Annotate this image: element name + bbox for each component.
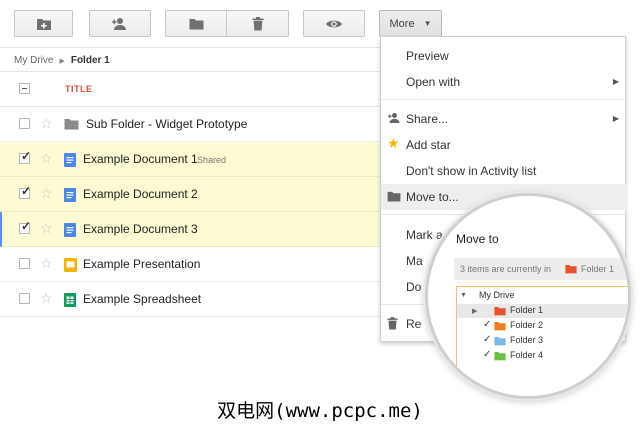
title-column-header[interactable]: TITLE	[65, 84, 93, 94]
menu-item-share[interactable]: Share... ▶	[381, 106, 627, 132]
chevron-right-icon: ▶	[612, 114, 619, 123]
chevron-right-icon: ▶	[612, 77, 619, 86]
current-location-info: 3 items are currently in Folder 1	[454, 258, 628, 280]
star-icon[interactable]: ☆	[40, 186, 53, 200]
star-icon[interactable]: ☆	[40, 116, 53, 130]
folder-icon	[387, 191, 401, 202]
star-icon[interactable]: ☆	[40, 221, 53, 235]
share-button[interactable]	[89, 10, 151, 37]
checkmark-icon: ✓	[483, 349, 492, 360]
menu-item-add-star[interactable]: ★ Add star	[381, 132, 627, 158]
document-icon	[64, 188, 76, 202]
delete-button[interactable]	[226, 10, 289, 37]
eye-icon	[326, 20, 342, 27]
star-icon[interactable]: ☆	[40, 151, 53, 165]
row-checkbox[interactable]: ✓	[19, 149, 32, 164]
menu-item-open-with[interactable]: Open with ▶	[381, 69, 627, 95]
row-checkbox[interactable]: ✓	[19, 184, 32, 199]
trash-icon	[387, 317, 398, 330]
more-label: More	[389, 17, 415, 30]
folder-icon	[494, 322, 506, 331]
breadcrumb-root[interactable]: My Drive	[14, 55, 53, 66]
folder-icon	[494, 307, 506, 316]
checkmark-icon: ✓	[483, 334, 492, 345]
expand-right-icon[interactable]: ▶	[472, 307, 477, 315]
folder-plus-icon	[36, 18, 51, 30]
star-filled-icon: ★	[387, 135, 400, 151]
breadcrumb: My Drive ▶ Folder 1	[14, 55, 110, 66]
document-icon	[64, 153, 76, 167]
row-checkbox[interactable]: ✓	[19, 219, 32, 234]
caret-down-icon: ▼	[423, 19, 432, 28]
checkmark-icon: ✓	[483, 319, 492, 330]
folder-icon	[565, 265, 577, 274]
tree-item-folder-1[interactable]: ▶ Folder 1	[457, 304, 628, 318]
list-item[interactable]: ✓ ☆ Example Document 2	[0, 177, 382, 212]
spreadsheet-icon	[64, 293, 76, 307]
current-folder-name: Folder 1	[581, 264, 615, 274]
menu-item-dont-show-activity[interactable]: Don't show in Activity list	[381, 158, 627, 184]
folder-icon	[494, 352, 506, 361]
row-checkbox[interactable]	[19, 258, 30, 269]
move-to-title: Move to	[456, 232, 499, 246]
file-name[interactable]: Sub Folder - Widget Prototype	[86, 117, 247, 131]
list-item[interactable]: ☆ Example Presentation	[0, 247, 382, 282]
select-all-checkbox[interactable]	[19, 83, 30, 94]
row-checkbox[interactable]	[19, 293, 30, 304]
person-add-icon	[387, 113, 400, 123]
list-item[interactable]: ✓ ☆ Example Document 3	[0, 212, 382, 247]
folder-tree: ▼ My Drive ▶ Folder 1 ✓ Folder 2 ✓ Folde…	[456, 286, 628, 396]
person-add-icon	[112, 17, 126, 30]
tree-root[interactable]: My Drive	[479, 290, 515, 300]
menu-divider	[381, 99, 627, 100]
checkmark-icon: ✓	[21, 184, 32, 198]
list-item[interactable]: ☆ Sub Folder - Widget Prototype	[0, 107, 382, 142]
current-location-text: 3 items are currently in	[460, 264, 552, 274]
drive-window: More ▼ My Drive ▶ Folder 1 TITLE ☆ Sub F…	[0, 0, 640, 429]
expand-down-icon[interactable]: ▼	[460, 292, 467, 299]
file-name[interactable]: Example Spreadsheet	[83, 292, 201, 306]
checkmark-icon: ✓	[21, 149, 32, 163]
file-name[interactable]: Example Document 1	[83, 152, 198, 166]
row-checkbox[interactable]	[19, 118, 30, 129]
shared-badge: Shared	[197, 155, 227, 165]
menu-item-preview[interactable]: Preview	[381, 43, 627, 69]
file-name[interactable]: Example Document 3	[83, 222, 198, 236]
list-item[interactable]: ✓ ☆ Example Document 1 Shared	[0, 142, 382, 177]
star-icon[interactable]: ☆	[40, 256, 53, 270]
more-button[interactable]: More ▼	[379, 10, 442, 37]
move-to-folder-button[interactable]	[165, 10, 227, 37]
breadcrumb-current: Folder 1	[70, 55, 110, 66]
chevron-right-icon: ▶	[59, 57, 65, 65]
trash-icon	[252, 16, 263, 30]
tree-item-folder-4[interactable]: ✓ Folder 4	[457, 349, 628, 363]
tree-item-folder-3[interactable]: ✓ Folder 3	[457, 334, 628, 348]
preview-button[interactable]	[303, 10, 365, 37]
new-folder-button[interactable]	[14, 10, 73, 37]
watermark: 双电网(www.pcpc.me)	[217, 400, 423, 422]
document-icon	[64, 223, 76, 237]
checkmark-icon: ✓	[21, 219, 32, 233]
folder-icon	[189, 18, 203, 29]
list-header: TITLE	[0, 72, 382, 106]
presentation-icon	[64, 258, 77, 272]
file-name[interactable]: Example Presentation	[83, 257, 200, 271]
tree-item-folder-2[interactable]: ✓ Folder 2	[457, 319, 628, 333]
move-to-magnifier: Move to 3 items are currently in Folder …	[425, 193, 631, 399]
list-item[interactable]: ☆ Example Spreadsheet	[0, 282, 382, 317]
folder-icon	[494, 337, 506, 346]
folder-icon	[64, 119, 79, 130]
file-name[interactable]: Example Document 2	[83, 187, 198, 201]
divider	[0, 47, 382, 48]
star-icon[interactable]: ☆	[40, 291, 53, 305]
